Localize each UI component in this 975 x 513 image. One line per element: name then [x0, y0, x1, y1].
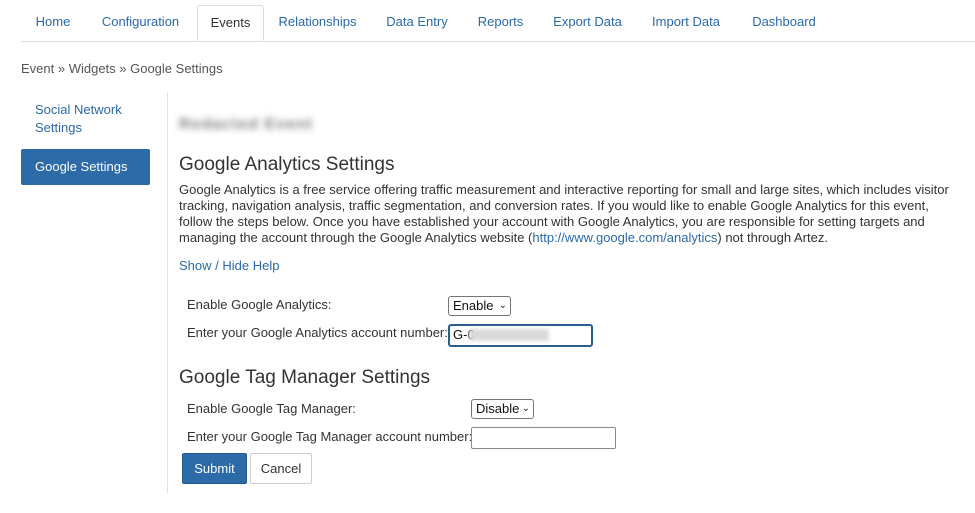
- cancel-button[interactable]: Cancel: [250, 453, 312, 484]
- tab-home[interactable]: Home: [21, 5, 85, 40]
- enable-tag-manager-value: Disable: [476, 401, 520, 416]
- main-tabs: Home Configuration Events Relationships …: [21, 0, 975, 42]
- analytics-account-label: Enter your Google Analytics account numb…: [187, 325, 448, 340]
- chevron-down-icon: ⌄: [498, 300, 507, 311]
- tag-manager-account-label: Enter your Google Tag Manager account nu…: [187, 429, 473, 444]
- enable-tag-manager-select[interactable]: Disable ⌄: [471, 399, 534, 419]
- tab-configuration[interactable]: Configuration: [90, 5, 191, 40]
- enable-tag-manager-label: Enable Google Tag Manager:: [187, 401, 356, 416]
- tab-reports[interactable]: Reports: [469, 5, 532, 40]
- breadcrumb: Event » Widgets » Google Settings: [21, 61, 223, 76]
- tab-relationships[interactable]: Relationships: [271, 5, 364, 40]
- sidebar-item-label: Social Network: [35, 102, 122, 117]
- enable-analytics-value: Enable: [453, 298, 494, 313]
- enable-analytics-select[interactable]: Enable ⌄: [448, 296, 511, 316]
- sidebar-item-label: Settings: [35, 120, 82, 135]
- tag-manager-title: Google Tag Manager Settings: [179, 367, 431, 388]
- analytics-description: Google Analytics is a free service offer…: [179, 182, 949, 246]
- redacted-mask: [469, 329, 549, 341]
- show-hide-help-link[interactable]: Show / Hide Help: [179, 258, 279, 273]
- analytics-description-text-end: ) not through Artez.: [717, 230, 828, 245]
- tab-events[interactable]: Events: [197, 5, 264, 41]
- content-divider: [167, 92, 168, 493]
- tab-data-entry[interactable]: Data Entry: [377, 5, 457, 40]
- google-analytics-link[interactable]: http://www.google.com/analytics: [532, 230, 717, 245]
- tab-import-data[interactable]: Import Data: [643, 5, 729, 40]
- sidebar-item-social-network-settings[interactable]: Social Network Settings: [35, 101, 122, 137]
- event-name-redacted: Redacted Event: [179, 116, 329, 136]
- enable-analytics-label: Enable Google Analytics:: [187, 297, 332, 312]
- tag-manager-account-input[interactable]: [471, 427, 616, 449]
- submit-button[interactable]: Submit: [182, 453, 247, 484]
- tab-export-data[interactable]: Export Data: [545, 5, 630, 40]
- chevron-down-icon: ⌄: [521, 403, 530, 414]
- sidebar-item-google-settings[interactable]: Google Settings: [21, 149, 150, 185]
- analytics-account-input[interactable]: G-0: [448, 324, 593, 347]
- analytics-title: Google Analytics Settings: [179, 154, 395, 175]
- tab-dashboard[interactable]: Dashboard: [742, 5, 826, 40]
- redacted-text: Redacted Event: [179, 116, 314, 133]
